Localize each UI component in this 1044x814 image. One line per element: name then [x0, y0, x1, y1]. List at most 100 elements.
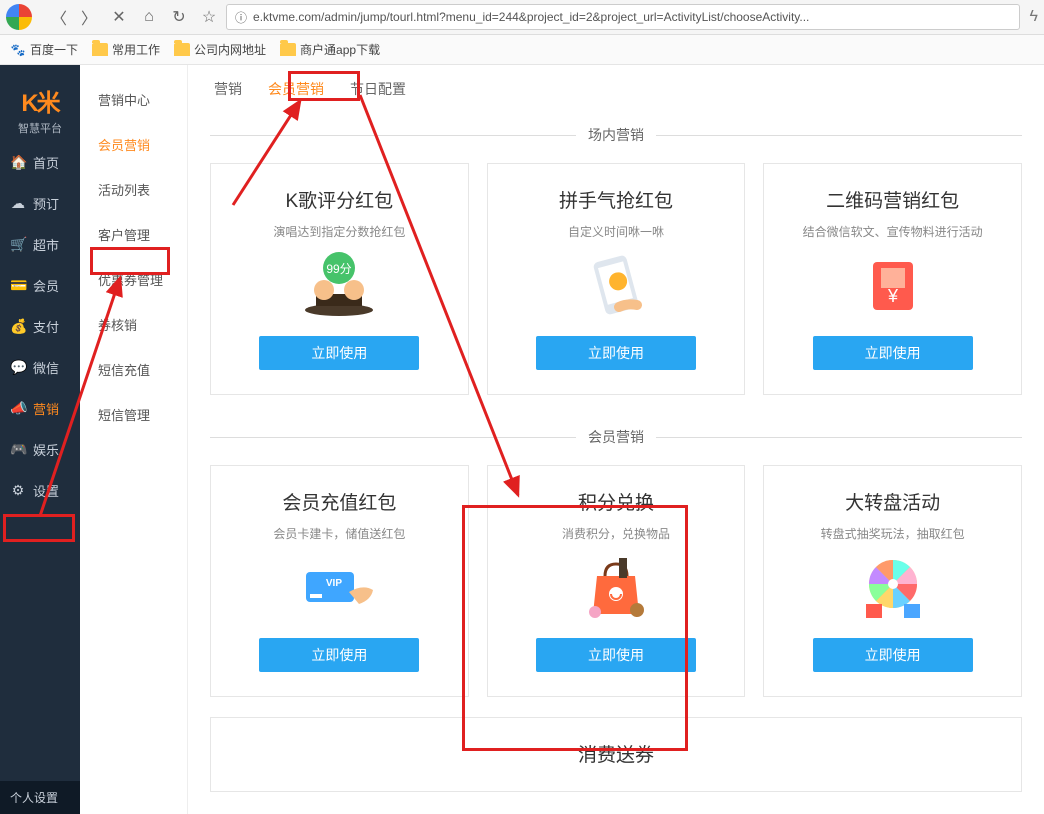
- cards-row: 消费送券: [210, 717, 1022, 792]
- paw-icon: 🐾: [10, 42, 26, 58]
- card-1-2: 大转盘活动转盘式抽奖玩法，抽取红包立即使用: [763, 465, 1022, 697]
- nav-star-button[interactable]: ☆: [196, 4, 222, 30]
- folder-icon: [174, 43, 190, 56]
- svg-text:VIP: VIP: [326, 578, 342, 589]
- section-title: 会员营销: [210, 427, 1022, 447]
- sidebar-icon: 🛒: [10, 236, 26, 253]
- use-button[interactable]: 立即使用: [536, 638, 696, 672]
- brand-subtitle: 智慧平台: [0, 120, 80, 136]
- nav-back-button[interactable]: 〈: [46, 4, 72, 30]
- card-illustration: [848, 552, 938, 622]
- sidebar-label: 设置: [33, 481, 59, 500]
- card-0-2: 二维码营销红包结合微信软文、宣传物料进行活动¥立即使用: [763, 163, 1022, 395]
- content-area: 营销会员营销节日配置 场内营销K歌评分红包演唱达到指定分数抢红包99分立即使用拼…: [188, 65, 1044, 814]
- sidebar-icon: ☁: [10, 195, 26, 212]
- sidebar-label: 首页: [33, 153, 59, 172]
- section-0: 场内营销K歌评分红包演唱达到指定分数抢红包99分立即使用拼手气抢红包自定义时间咻…: [188, 125, 1044, 415]
- sidebar-icon: 💬: [10, 359, 26, 376]
- bookmark-2[interactable]: 公司内网地址: [174, 41, 266, 58]
- card-desc: 演唱达到指定分数抢红包: [273, 223, 405, 240]
- use-button[interactable]: 立即使用: [813, 638, 973, 672]
- card-title: 会员充值红包: [282, 488, 396, 515]
- card-2-0: 消费送券: [210, 717, 1022, 792]
- use-button[interactable]: 立即使用: [813, 336, 973, 370]
- card-title: K歌评分红包: [285, 186, 393, 213]
- sidebar-icon: ⚙: [10, 482, 26, 499]
- bookmarks-bar: 🐾百度一下 常用工作 公司内网地址 商户通app下载: [0, 35, 1044, 65]
- subsidebar-item-1[interactable]: 会员营销: [80, 122, 187, 167]
- sidebar-item-2[interactable]: 🛒 超市: [0, 224, 80, 265]
- sidebar-item-4[interactable]: 💰支付: [0, 306, 80, 347]
- section-1: 会员营销会员充值红包会员卡建卡，储值送红包VIP立即使用积分兑换消费积分，兑换物…: [188, 427, 1044, 717]
- subsidebar-item-7[interactable]: 短信管理: [80, 392, 187, 437]
- card-title: 积分兑换: [578, 488, 654, 515]
- card-desc: 会员卡建卡，储值送红包: [273, 525, 405, 542]
- subsidebar-item-0[interactable]: 营销中心: [80, 77, 187, 122]
- bookmark-label: 商户通app下载: [300, 41, 380, 58]
- browser-toolbar: 〈 〉 ✕ ⌂ ↻ ☆ ⓘ e.ktvme.com/admin/jump/tou…: [0, 0, 1044, 35]
- subsidebar-item-4[interactable]: 优惠券管理: [80, 257, 187, 302]
- sub-sidebar: 营销中心会员营销活动列表客户管理优惠券管理券核销短信充值短信管理: [80, 65, 188, 814]
- sidebar-item-8[interactable]: ⚙ 设置: [0, 470, 80, 511]
- subsidebar-item-2[interactable]: 活动列表: [80, 167, 187, 212]
- sidebar-icon: 💰: [10, 318, 26, 335]
- subsidebar-item-5[interactable]: 券核销: [80, 302, 187, 347]
- tab-0[interactable]: 营销: [214, 79, 242, 103]
- bookmark-label: 公司内网地址: [194, 41, 266, 58]
- bookmark-3[interactable]: 商户通app下载: [280, 41, 380, 58]
- sidebar-item-6[interactable]: 📣营销: [0, 388, 80, 429]
- bookmark-label: 常用工作: [112, 41, 160, 58]
- nav-forward-button[interactable]: 〉: [76, 4, 102, 30]
- browser-logo-icon: [6, 4, 32, 30]
- folder-icon: [92, 43, 108, 56]
- card-title: 消费送券: [578, 740, 654, 767]
- use-button[interactable]: 立即使用: [259, 638, 419, 672]
- sidebar-footer[interactable]: 个人设置: [0, 781, 80, 814]
- cards-row: 会员充值红包会员卡建卡，储值送红包VIP立即使用积分兑换消费积分，兑换物品立即使…: [210, 465, 1022, 697]
- section-2: 消费送券: [188, 717, 1044, 812]
- sidebar-item-5[interactable]: 💬 微信: [0, 347, 80, 388]
- sidebar-item-3[interactable]: 💳 会员: [0, 265, 80, 306]
- url-text: e.ktvme.com/admin/jump/tourl.html?menu_i…: [253, 10, 809, 24]
- folder-icon: [280, 43, 296, 56]
- subsidebar-item-3[interactable]: 客户管理: [80, 212, 187, 257]
- card-desc: 消费积分，兑换物品: [562, 525, 670, 542]
- card-1-0: 会员充值红包会员卡建卡，储值送红包 VIP 立即使用: [210, 465, 469, 697]
- card-title: 拼手气抢红包: [559, 186, 673, 213]
- sidebar-item-1[interactable]: ☁预订: [0, 183, 80, 224]
- bookmark-label: 百度一下: [30, 41, 78, 58]
- card-illustration: ¥: [848, 250, 938, 320]
- nav-home-button[interactable]: ⌂: [136, 4, 162, 30]
- sidebar-label: 会员: [33, 276, 59, 295]
- tab-1[interactable]: 会员营销: [268, 79, 324, 103]
- tab-2[interactable]: 节日配置: [350, 79, 406, 103]
- sidebar-icon: 💳: [10, 277, 26, 294]
- card-0-1: 拼手气抢红包自定义时间咻一咻立即使用: [487, 163, 746, 395]
- content-tabs: 营销 会员营销 节日配置: [188, 65, 1044, 113]
- main-sidebar: K米 智慧平台 🏠首页☁预订🛒超市💳会员💰支付💬微信📣营销🎮娱乐⚙设置 个人设置: [0, 65, 80, 814]
- cards-row: K歌评分红包演唱达到指定分数抢红包99分立即使用拼手气抢红包自定义时间咻一咻立即…: [210, 163, 1022, 395]
- subsidebar-item-6[interactable]: 短信充值: [80, 347, 187, 392]
- address-bar[interactable]: ⓘ e.ktvme.com/admin/jump/tourl.html?menu…: [226, 4, 1020, 30]
- card-title: 大转盘活动: [845, 488, 940, 515]
- sidebar-label: 微信: [33, 358, 59, 377]
- sidebar-label: 娱乐: [33, 440, 59, 459]
- nav-reload-button[interactable]: ↻: [166, 4, 192, 30]
- card-desc: 转盘式抽奖玩法，抽取红包: [821, 525, 965, 542]
- card-1-1: 积分兑换消费积分，兑换物品立即使用: [487, 465, 746, 697]
- card-desc: 结合微信软文、宣传物料进行活动: [803, 223, 983, 240]
- card-illustration: [571, 250, 661, 320]
- flash-icon[interactable]: ϟ: [1030, 8, 1038, 26]
- svg-text:¥: ¥: [887, 286, 899, 306]
- bookmark-1[interactable]: 常用工作: [92, 41, 160, 58]
- card-illustration: VIP: [294, 552, 384, 622]
- sidebar-item-0[interactable]: 🏠首页: [0, 142, 80, 183]
- sidebar-label: 超市: [33, 235, 59, 254]
- bookmark-0[interactable]: 🐾百度一下: [10, 41, 78, 58]
- card-illustration: [571, 552, 661, 622]
- nav-stop-button[interactable]: ✕: [106, 4, 132, 30]
- use-button[interactable]: 立即使用: [536, 336, 696, 370]
- sidebar-item-7[interactable]: 🎮娱乐: [0, 429, 80, 470]
- svg-text:99分: 99分: [327, 262, 352, 276]
- use-button[interactable]: 立即使用: [259, 336, 419, 370]
